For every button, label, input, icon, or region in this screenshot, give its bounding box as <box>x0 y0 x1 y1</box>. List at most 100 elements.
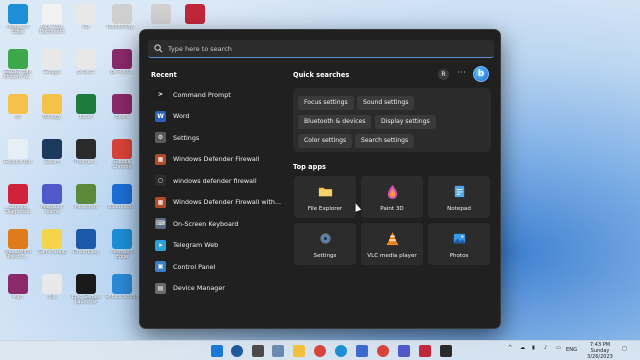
valorant-taskbar-icon[interactable] <box>419 345 431 357</box>
desktop-shortcut[interactable]: Bluetooth... <box>105 182 139 220</box>
recent-item[interactable]: ➤ Telegram Web <box>148 235 288 257</box>
app-tile-file-explorer[interactable]: File Explorer <box>294 176 356 218</box>
desktop-shortcut[interactable]: Lenovo Diagnostic <box>1 182 35 220</box>
recent-heading: Recent <box>151 71 177 79</box>
desktop-shortcut[interactable]: Microsoft Edge <box>1 2 35 40</box>
desktop-shortcut[interactable]: GLORY Bay Modern W... <box>1 47 35 85</box>
app-tile-vlc[interactable]: VLC media player <box>361 223 423 265</box>
desktop-shortcut[interactable]: Glogge <box>35 47 69 85</box>
recent-item[interactable]: ⌨ On-Screen Keyboard <box>148 213 288 235</box>
desktop-shortcut[interactable]: Google Chrome <box>105 137 139 175</box>
desktop-shortcut-label: ex <box>15 115 21 120</box>
recent-item[interactable]: W Word <box>148 106 288 128</box>
desktop-shortcut-icon <box>76 229 96 249</box>
desktop-shortcut-label: Google Chrome <box>112 160 132 170</box>
account-avatar[interactable]: R <box>438 69 449 80</box>
tray-battery-icon[interactable]: ▭ <box>556 345 561 351</box>
desktop-shortcut-icon <box>112 49 132 69</box>
clock[interactable]: 7:43 PM Sunday 3/26/2023 <box>585 342 615 360</box>
windows-start-icon[interactable] <box>211 345 223 357</box>
desktop-shortcut-label: New Text Document <box>39 25 65 35</box>
desktop-shortcut[interactable]: Rb <box>69 2 103 40</box>
desktop-shortcut-icon <box>112 139 132 159</box>
desktop-shortcut-icon <box>112 229 132 249</box>
desktop-shortcut[interactable]: pk-R_rx... <box>105 47 139 85</box>
desktop-shortcut[interactable]: Thunder... <box>69 137 103 175</box>
recent-item-label: Word <box>173 112 190 121</box>
device-manager-icon: ▤ <box>155 282 166 294</box>
desktop-shortcut[interactable]: file <box>35 272 69 310</box>
tray-network-icon[interactable]: ▮ <box>532 345 535 351</box>
quick-search-chip[interactable]: Color settings <box>298 134 353 148</box>
notepad-icon <box>454 185 464 198</box>
command-prompt-icon: > <box>155 89 166 101</box>
desktop-shortcut[interactable]: DriverEasy <box>69 227 103 265</box>
tray-cloud-icon[interactable]: ☁ <box>520 345 525 351</box>
desktop-shortcut[interactable]: Minecraft <box>69 182 103 220</box>
store-taskbar-icon[interactable] <box>356 345 368 357</box>
bing-icon[interactable]: b <box>473 66 489 82</box>
more-options-icon[interactable]: ··· <box>457 68 466 77</box>
app-tile-photos[interactable]: Photos <box>428 223 490 265</box>
desktop-shortcut[interactable]: Steam <box>35 137 69 175</box>
desktop-shortcut-icon <box>42 4 62 24</box>
desktop-shortcut[interactable]: Microsoft Teams <box>35 182 69 220</box>
desktop-shortcut[interactable]: Excel <box>69 92 103 130</box>
quick-search-chip[interactable]: Search settings <box>355 134 415 148</box>
desktop-shortcut-label: Lenovo Diagnostic <box>5 205 31 215</box>
edge-taskbar-icon[interactable] <box>335 345 347 357</box>
app-tile-label: VLC media player <box>367 253 417 259</box>
recent-item[interactable]: ▦ Windows Defender Firewall <box>148 149 288 171</box>
desktop-shortcut-icon <box>76 94 96 114</box>
desktop-shortcut-icon <box>42 229 62 249</box>
desktop-shortcut[interactable]: Recycle Bin <box>1 137 35 175</box>
desktop-shortcut[interactable]: ex <box>1 92 35 130</box>
desktop-shortcut[interactable]: CameraApp <box>35 227 69 265</box>
desktop-shortcut-icon <box>76 49 96 69</box>
desktop-shortcut[interactable]: Biology <box>35 92 69 130</box>
search-taskbar-icon[interactable] <box>231 345 243 357</box>
task-view-icon[interactable] <box>252 345 264 357</box>
quick-search-chip[interactable]: Bluetooth & devices <box>298 115 372 129</box>
tray-volume-icon[interactable]: ♪ <box>544 345 547 351</box>
desktop-shortcut[interactable]: Marr <box>1 272 35 310</box>
desktop-shortcut[interactable]: Exam <box>105 92 139 130</box>
recent-item[interactable]: ▦ Windows Defender Firewall with... <box>148 192 288 214</box>
notification-icon[interactable]: ▢ <box>622 346 627 352</box>
desktop-shortcut-icon <box>42 49 62 69</box>
widgets-icon[interactable] <box>272 345 284 357</box>
folder-icon <box>318 187 332 197</box>
tray-chevron-icon[interactable]: ^ <box>508 345 512 351</box>
desktop-shortcut-icon <box>8 274 28 294</box>
chrome-profile-taskbar-icon[interactable] <box>377 345 389 357</box>
app-tile-settings[interactable]: Settings <box>294 223 356 265</box>
desktop-shortcut[interactable]: Roblox Studio <box>105 272 139 310</box>
recent-item[interactable]: ○ windows defender firewall <box>148 170 288 192</box>
desktop-shortcut[interactable]: New Text Document <box>35 2 69 40</box>
desktop-shortcut[interactable]: project <box>69 47 103 85</box>
app-tile-notepad[interactable]: Notepad <box>428 176 490 218</box>
recent-item[interactable]: ▣ Control Panel <box>148 256 288 278</box>
desktop-shortcut-label: GLORY Bay Modern W... <box>3 70 33 80</box>
app-taskbar-icon[interactable] <box>398 345 410 357</box>
desktop-shortcut-label: NeverMind Paint 3... <box>5 250 31 260</box>
recent-item[interactable]: ▤ Device Manager <box>148 278 288 300</box>
desktop-shortcut-icon <box>112 4 132 24</box>
file-explorer-taskbar-icon[interactable] <box>293 345 305 357</box>
desktop-shortcut[interactable]: Epic Games Launcher <box>69 272 103 310</box>
app2-taskbar-icon[interactable] <box>440 345 452 357</box>
start-search-box[interactable]: Type here to search <box>148 40 494 58</box>
quick-search-chip[interactable]: Sound settings <box>357 96 415 110</box>
desktop-shortcut[interactable]: Microsoft Edge <box>105 227 139 265</box>
language-indicator[interactable]: ENG <box>566 347 577 353</box>
recent-item-label: Device Manager <box>173 284 225 293</box>
recent-item[interactable]: > Command Prompt <box>148 84 288 106</box>
app-tile-paint-3d[interactable]: Paint 3D <box>361 176 423 218</box>
quick-search-chip[interactable]: Focus settings <box>298 96 354 110</box>
chrome-taskbar-icon[interactable] <box>314 345 326 357</box>
desktop-shortcut[interactable]: NeverMind Paint 3... <box>1 227 35 265</box>
recent-item[interactable]: ⚙ Settings <box>148 127 288 149</box>
desktop-shortcut-label: Recycle Bin <box>4 160 32 165</box>
quick-search-chip[interactable]: Display settings <box>375 115 436 129</box>
desktop-shortcut[interactable]: RobloxPlay... <box>105 2 139 40</box>
